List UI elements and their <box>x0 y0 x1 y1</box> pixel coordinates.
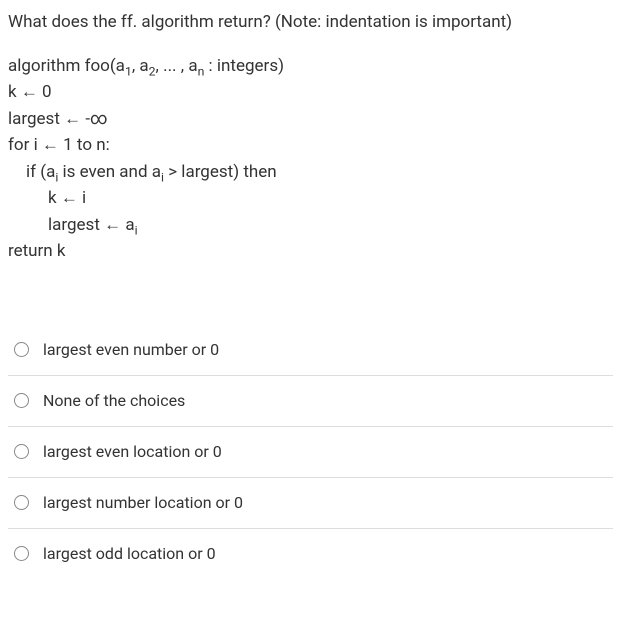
choice-label: largest number location or 0 <box>43 491 243 515</box>
algo-line-7: largest ← ai <box>8 213 613 239</box>
radio-icon <box>14 495 29 510</box>
choice-option[interactable]: largest even location or 0 <box>8 427 613 478</box>
choice-label: largest even location or 0 <box>43 440 222 464</box>
algorithm-block: algorithm foo(a1, a2, ... , an : integer… <box>8 54 613 265</box>
algo-line-8: return k <box>8 239 613 265</box>
choice-option[interactable]: largest odd location or 0 <box>8 529 613 579</box>
choice-option[interactable]: largest number location or 0 <box>8 478 613 529</box>
choice-label: largest even number or 0 <box>43 338 219 362</box>
choice-option[interactable]: None of the choices <box>8 376 613 427</box>
radio-icon <box>14 546 29 561</box>
algo-line-2: k ← 0 <box>8 80 613 106</box>
radio-icon <box>14 444 29 459</box>
choice-label: None of the choices <box>43 389 185 413</box>
choice-label: largest odd location or 0 <box>43 542 216 566</box>
algo-line-1: algorithm foo(a1, a2, ... , an : integer… <box>8 54 613 80</box>
choice-option[interactable]: largest even number or 0 <box>8 325 613 376</box>
algo-line-6: k ← i <box>8 186 613 212</box>
question-text: What does the ff. algorithm return? (Not… <box>8 10 613 36</box>
answer-choices: largest even number or 0 None of the cho… <box>8 325 613 579</box>
algo-line-5: if (ai is even and ai > largest) then <box>8 160 613 186</box>
algo-line-3: largest ← -∞ <box>8 107 613 133</box>
algo-line-4: for i ← 1 to n: <box>8 133 613 159</box>
radio-icon <box>14 393 29 408</box>
radio-icon <box>14 342 29 357</box>
